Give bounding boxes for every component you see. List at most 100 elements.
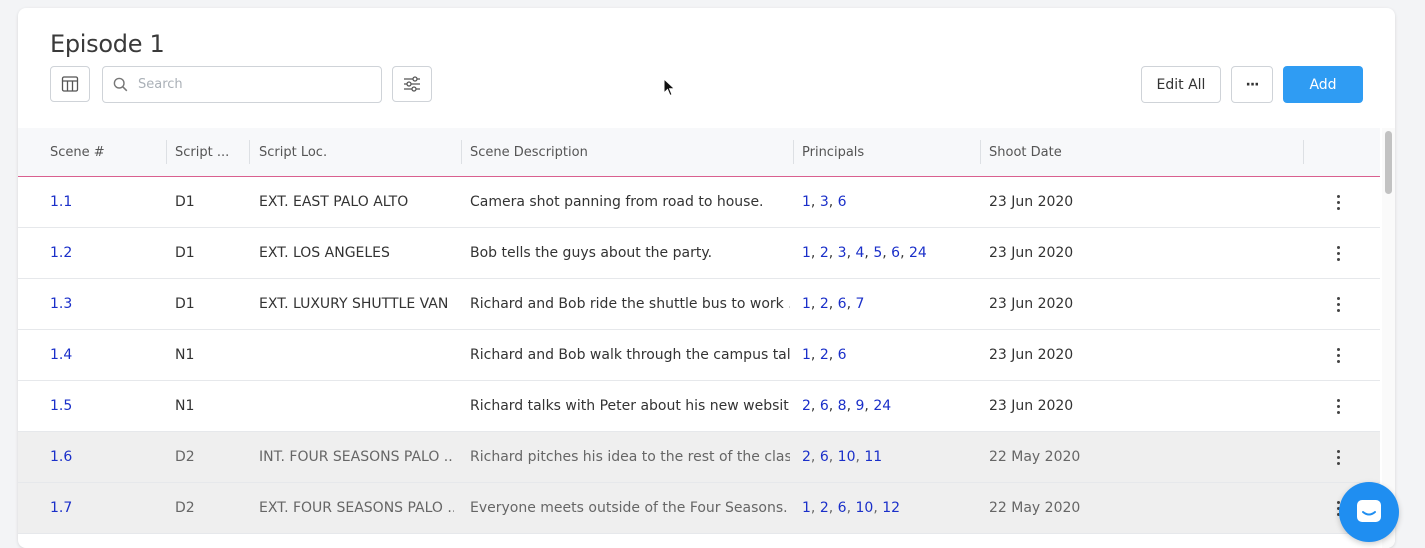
row-menu-icon[interactable]: [1332, 191, 1344, 213]
table-row[interactable]: 1.4 N1 Richard and Bob walk through the ca…: [18, 330, 1380, 381]
principals-cell: 1, 2, 6, 10, 12: [802, 500, 901, 516]
script-location-cell: EXT. LUXURY SHUTTLE VAN: [259, 296, 449, 312]
script-location-cell: EXT. LOS ANGELES: [259, 245, 390, 261]
edit-all-button[interactable]: Edit All: [1141, 66, 1221, 103]
scene-number-link[interactable]: 1.2: [50, 228, 160, 278]
principal-link[interactable]: 2: [802, 449, 811, 465]
table-row[interactable]: 1.1 D1 EXT. EAST PALO ALTO Camera shot pann…: [18, 177, 1380, 228]
script-location-cell: EXT. FOUR SEASONS PALO ...: [259, 500, 454, 516]
row-menu-icon[interactable]: [1332, 446, 1344, 468]
search-input[interactable]: [136, 76, 370, 93]
principal-link[interactable]: 10: [838, 449, 856, 465]
principal-link[interactable]: 2: [820, 296, 829, 312]
script-location-cell: INT. FOUR SEASONS PALO ...: [259, 449, 454, 465]
row-menu-icon[interactable]: [1332, 344, 1344, 366]
principal-link[interactable]: 3: [820, 194, 829, 210]
principal-link[interactable]: 6: [838, 296, 847, 312]
scene-description-cell: Everyone meets outside of the Four Seaso…: [470, 500, 788, 516]
add-button[interactable]: Add: [1283, 66, 1363, 103]
principal-link[interactable]: 6: [838, 347, 847, 363]
table-row[interactable]: 1.7 D2 EXT. FOUR SEASONS PALO ... Everyone …: [18, 483, 1380, 534]
principal-link[interactable]: 24: [873, 398, 891, 414]
principals-cell: 2, 6, 10, 11: [802, 449, 883, 465]
columns-button[interactable]: [50, 66, 90, 102]
row-menu-icon[interactable]: [1332, 395, 1344, 417]
principal-link[interactable]: 24: [909, 245, 927, 261]
scene-number-link[interactable]: 1.3: [50, 279, 160, 329]
principals-cell: 1, 3, 6: [802, 194, 847, 210]
table-row[interactable]: 1.3 D1 EXT. LUXURY SHUTTLE VAN Richard and …: [18, 279, 1380, 330]
scene-number-link[interactable]: 1.4: [50, 330, 160, 380]
principal-link[interactable]: 6: [820, 398, 829, 414]
search-icon: [113, 77, 128, 92]
principal-link[interactable]: 3: [838, 245, 847, 261]
script-day-cell: N1: [175, 347, 195, 363]
table-row[interactable]: 1.5 N1 Richard talks with Peter about his …: [18, 381, 1380, 432]
shoot-date-cell: 23 Jun 2020: [989, 398, 1074, 414]
principal-link[interactable]: 1: [802, 245, 811, 261]
table-header: Scene # Script ... Script Loc. Scene Des…: [18, 128, 1380, 179]
principal-link[interactable]: 6: [838, 500, 847, 516]
scene-description-cell: Richard and Bob ride the shuttle bus to …: [470, 296, 790, 312]
script-location-cell: [259, 381, 454, 431]
filter-button[interactable]: [392, 66, 432, 102]
episode-card: Episode 1 Edit All ··· Add Scene #: [18, 8, 1395, 548]
shoot-date-cell: 22 May 2020: [989, 500, 1081, 516]
principal-link[interactable]: 2: [802, 398, 811, 414]
script-day-cell: N1: [175, 398, 195, 414]
column-header-scene-description[interactable]: Scene Description: [470, 128, 770, 176]
script-day-cell: D2: [175, 449, 195, 465]
scene-number-link[interactable]: 1.7: [50, 483, 160, 533]
principal-link[interactable]: 6: [838, 194, 847, 210]
page-title: Episode 1: [50, 30, 165, 58]
principal-link[interactable]: 9: [855, 398, 864, 414]
shoot-date-cell: 23 Jun 2020: [989, 194, 1074, 210]
shoot-date-cell: 23 Jun 2020: [989, 245, 1074, 261]
principal-link[interactable]: 1: [802, 347, 811, 363]
principal-link[interactable]: 2: [820, 347, 829, 363]
shoot-date-cell: 22 May 2020: [989, 449, 1081, 465]
table-row[interactable]: 1.6 D2 INT. FOUR SEASONS PALO ... Richard p…: [18, 432, 1380, 483]
column-header-script-day[interactable]: Script ...: [175, 128, 235, 176]
principal-link[interactable]: 2: [820, 245, 829, 261]
principal-link[interactable]: 1: [802, 500, 811, 516]
principal-link[interactable]: 6: [891, 245, 900, 261]
script-day-cell: D1: [175, 296, 195, 312]
scene-description-cell: Bob tells the guys about the party.: [470, 245, 713, 261]
principal-link[interactable]: 1: [802, 194, 811, 210]
principal-link[interactable]: 4: [855, 245, 864, 261]
principal-link[interactable]: 11: [864, 449, 882, 465]
column-header-script-loc[interactable]: Script Loc.: [259, 128, 449, 176]
table-body: 1.1 D1 EXT. EAST PALO ALTO Camera shot pann…: [18, 177, 1380, 534]
scene-number-link[interactable]: 1.5: [50, 381, 160, 431]
row-menu-icon[interactable]: [1332, 293, 1344, 315]
chat-launcher-button[interactable]: [1339, 482, 1399, 542]
columns-icon: [61, 76, 79, 92]
search-box[interactable]: [102, 66, 382, 103]
shoot-date-cell: 23 Jun 2020: [989, 296, 1074, 312]
principal-link[interactable]: 2: [820, 500, 829, 516]
principal-link[interactable]: 1: [802, 296, 811, 312]
principal-link[interactable]: 5: [873, 245, 882, 261]
principal-link[interactable]: 10: [855, 500, 873, 516]
principals-cell: 1, 2, 3, 4, 5, 6, 24: [802, 245, 927, 261]
table-row[interactable]: 1.2 D1 EXT. LOS ANGELES Bob tells the guys …: [18, 228, 1380, 279]
principal-link[interactable]: 6: [820, 449, 829, 465]
column-header-scene[interactable]: Scene #: [50, 128, 160, 176]
row-menu-icon[interactable]: [1332, 242, 1344, 264]
script-day-cell: D1: [175, 245, 195, 261]
principal-link[interactable]: 12: [882, 500, 900, 516]
principal-link[interactable]: 7: [855, 296, 864, 312]
column-header-principals[interactable]: Principals: [802, 128, 972, 176]
more-options-button[interactable]: ···: [1231, 66, 1273, 103]
principal-link[interactable]: 8: [838, 398, 847, 414]
script-day-cell: D1: [175, 194, 195, 210]
scrollbar-thumb[interactable]: [1385, 131, 1392, 194]
scene-number-link[interactable]: 1.6: [50, 432, 160, 482]
scene-number-link[interactable]: 1.1: [50, 177, 160, 227]
column-header-shoot-date[interactable]: Shoot Date: [989, 128, 1189, 176]
script-location-cell: EXT. EAST PALO ALTO: [259, 194, 409, 210]
mouse-cursor: [663, 77, 677, 102]
principals-cell: 1, 2, 6: [802, 347, 847, 363]
principals-cell: 1, 2, 6, 7: [802, 296, 865, 312]
